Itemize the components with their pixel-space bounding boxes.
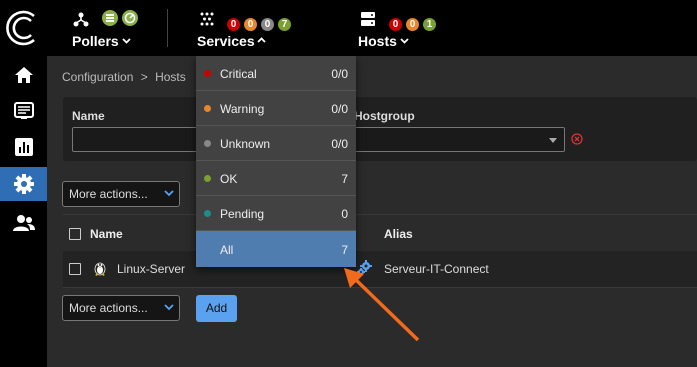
sidebar-item-reporting[interactable] — [0, 130, 47, 164]
status-label: All — [220, 243, 234, 257]
pollers-icon — [73, 12, 89, 27]
row-checkbox[interactable] — [69, 263, 81, 275]
more-actions-select-top[interactable]: More actions... — [62, 181, 180, 207]
pollers-menu[interactable]: Pollers — [70, 8, 150, 52]
status-dot-icon — [204, 105, 211, 112]
more-actions-label: More actions... — [69, 187, 148, 201]
hosts-unreachable-badge[interactable]: 0 — [406, 18, 419, 31]
status-label: Pending — [220, 207, 265, 221]
status-label: Critical — [220, 67, 257, 81]
status-count: 0/0 — [331, 67, 348, 81]
name-filter-label: Name — [72, 109, 105, 123]
clear-filter-icon[interactable] — [571, 133, 583, 145]
services-ok-badge[interactable]: 7 — [278, 18, 291, 31]
add-button[interactable]: Add — [196, 295, 237, 322]
services-label: Services — [197, 33, 255, 49]
status-dot-icon — [204, 210, 211, 217]
status-count: 7 — [341, 243, 348, 257]
latency-status-icon — [122, 10, 138, 26]
sidebar — [0, 56, 47, 367]
services-dropdown: Critical 0/0 Warning 0/0 Unknown 0/0 OK … — [196, 56, 356, 267]
sidebar-item-home[interactable] — [0, 58, 47, 92]
more-actions-label: More actions... — [69, 301, 148, 315]
host-name-cell[interactable]: Linux-Server — [117, 262, 185, 276]
home-icon — [14, 67, 33, 83]
chevron-down-icon — [164, 304, 174, 311]
services-filter-all[interactable]: All 7 — [196, 231, 356, 267]
topbar-separator — [167, 9, 168, 47]
breadcrumb: Configuration > Hosts — [62, 70, 186, 84]
status-count: 0 — [341, 207, 348, 221]
status-count: 0/0 — [331, 102, 348, 116]
status-label: Warning — [220, 102, 265, 116]
hosts-up-badge[interactable]: 1 — [423, 18, 436, 31]
services-icon — [200, 12, 214, 26]
caret-down-icon[interactable] — [549, 138, 557, 143]
breadcrumb-configuration[interactable]: Configuration — [62, 70, 133, 84]
administration-icon — [12, 215, 35, 231]
filter-panel: Name Hostgroup — [63, 97, 697, 161]
chevron-down-icon — [122, 38, 131, 44]
centreon-logo-icon[interactable] — [6, 8, 42, 48]
services-filter-critical[interactable]: Critical 0/0 — [196, 56, 356, 91]
top-bar: Pollers 0 0 0 7 Services 0 0 1 Hosts — [0, 0, 697, 56]
chevron-up-icon — [257, 37, 266, 43]
status-label: OK — [220, 172, 238, 186]
select-all-checkbox[interactable] — [69, 228, 81, 240]
services-menu[interactable]: 0 0 0 7 Services — [197, 8, 317, 52]
configuration-icon — [13, 174, 34, 194]
status-label: Unknown — [220, 137, 271, 151]
sidebar-item-configuration[interactable] — [0, 167, 47, 201]
breadcrumb-separator: > — [140, 70, 148, 84]
chevron-down-icon — [400, 38, 409, 44]
services-filter-warning[interactable]: Warning 0/0 — [196, 91, 356, 126]
status-dot-icon — [204, 175, 211, 182]
chevron-down-icon — [164, 190, 174, 197]
name-filter-input[interactable] — [72, 127, 212, 152]
status-dot-icon — [204, 70, 211, 77]
hosts-down-badge[interactable]: 0 — [389, 18, 402, 31]
sidebar-item-monitoring[interactable] — [0, 94, 47, 128]
more-actions-select-bottom[interactable]: More actions... — [62, 295, 180, 321]
status-count: 7 — [341, 172, 348, 186]
reporting-icon — [14, 138, 33, 156]
hosts-menu[interactable]: 0 0 1 Hosts — [358, 8, 458, 52]
column-alias-header[interactable]: Alias — [384, 227, 413, 241]
linux-icon — [94, 262, 106, 276]
breadcrumb-hosts[interactable]: Hosts — [155, 70, 186, 84]
hostgroup-filter-label: Hostgroup — [354, 109, 415, 123]
annotation-arrow — [344, 268, 420, 342]
services-critical-badge[interactable]: 0 — [227, 18, 240, 31]
pollers-label: Pollers — [72, 33, 119, 49]
sidebar-item-administration[interactable] — [0, 206, 47, 240]
column-name-header[interactable]: Name — [90, 227, 123, 241]
services-unknown-badge[interactable]: 0 — [261, 18, 274, 31]
services-warning-badge[interactable]: 0 — [244, 18, 257, 31]
table-header: Name Alias — [63, 214, 697, 252]
services-filter-unknown[interactable]: Unknown 0/0 — [196, 126, 356, 161]
status-dot-icon — [204, 140, 211, 147]
hosts-label: Hosts — [358, 33, 397, 49]
hostgroup-filter-select[interactable] — [354, 127, 565, 152]
services-filter-pending[interactable]: Pending 0 — [196, 196, 356, 231]
services-filter-ok[interactable]: OK 7 — [196, 161, 356, 196]
monitoring-icon — [13, 102, 34, 119]
database-status-icon — [102, 10, 118, 26]
hosts-icon — [361, 12, 375, 26]
status-count: 0/0 — [331, 137, 348, 151]
